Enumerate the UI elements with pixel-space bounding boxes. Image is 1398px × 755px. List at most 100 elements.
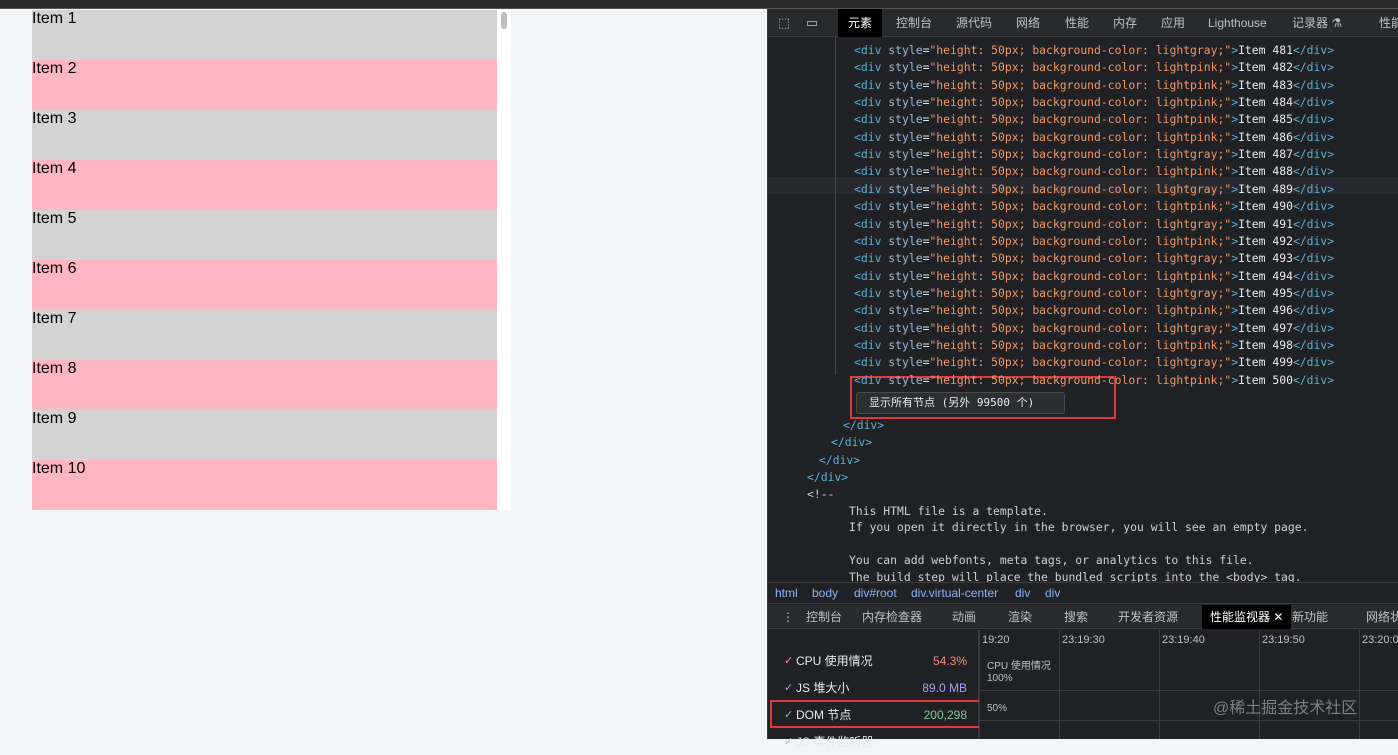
scrollbar-thumb[interactable]	[501, 12, 507, 29]
inspect-icon[interactable]: ⬚	[776, 15, 792, 31]
node-text: Item 490	[1238, 199, 1293, 214]
devtools-tab[interactable]: 源代码	[956, 9, 992, 37]
drawer-tab[interactable]: 内存检查器	[862, 605, 922, 629]
node-text: Item 482	[1238, 60, 1293, 75]
element-node-row[interactable]: <div style="height: 50px; background-col…	[854, 302, 1334, 319]
drawer-tab[interactable]: 渲染	[1008, 605, 1032, 629]
element-node-row[interactable]: <div style="height: 50px; background-col…	[854, 216, 1334, 233]
devtools-tab[interactable]: 元素	[838, 9, 883, 37]
element-node-row[interactable]: <div style="height: 50px; background-col…	[854, 372, 1334, 389]
element-node-row[interactable]: <div style="height: 50px; background-col…	[854, 59, 1334, 76]
list-item: Item 4	[32, 160, 497, 210]
drawer-tab[interactable]: 搜索	[1064, 605, 1088, 629]
breadcrumb: html body div#root div.virtual-center div div	[768, 582, 1398, 604]
element-node-row[interactable]: <div style="height: 50px; background-col…	[854, 337, 1334, 354]
element-node-row[interactable]: <div style="height: 50px; background-col…	[854, 320, 1334, 337]
tag-end: </div>	[1292, 337, 1335, 352]
attr-value: "height: 50px; background-color: lightpi…	[929, 129, 1232, 144]
tag-open: <div	[854, 77, 889, 92]
breadcrumb-item[interactable]: div	[1015, 583, 1030, 603]
closing-tag[interactable]: </div>	[819, 452, 860, 469]
devtools-tab[interactable]: 性能	[1379, 9, 1398, 37]
drawer-tab[interactable]: 网络状	[1366, 605, 1398, 629]
metric-label: JS 堆大小	[796, 681, 850, 695]
element-node-row[interactable]: <div style="height: 50px; background-col…	[854, 285, 1334, 302]
tag-open: <div	[854, 285, 889, 300]
drawer-tab[interactable]: 控制台	[806, 605, 842, 629]
devtools-tab[interactable]: 网络	[1016, 9, 1040, 37]
breadcrumb-item[interactable]: div#root	[854, 583, 897, 603]
drawer-tab[interactable]: 开发者资源	[1118, 605, 1178, 629]
comment-line: This HTML file is a template.	[849, 504, 1048, 518]
element-node-row[interactable]: <div style="height: 50px; background-col…	[854, 94, 1334, 111]
closing-tag[interactable]: </div>	[831, 434, 872, 451]
element-node-row[interactable]: <div style="height: 50px; background-col…	[854, 111, 1334, 128]
element-node-row[interactable]: <div style="height: 50px; background-col…	[854, 129, 1334, 146]
tag-open: <div	[854, 355, 889, 370]
breadcrumb-item[interactable]: div.virtual-center	[911, 583, 998, 603]
devtools-tab[interactable]: 应用	[1161, 9, 1185, 37]
drawer-tab[interactable]: 性能监视器 ✕	[1202, 605, 1292, 629]
attr-value: "height: 50px; background-color: lightpi…	[929, 268, 1232, 283]
attr-value: "height: 50px; background-color: lightpi…	[929, 60, 1232, 75]
closing-tag[interactable]: </div>	[843, 417, 884, 434]
attr-name: style	[888, 251, 923, 266]
elements-tree[interactable]: 显示所有节点 (另外 99500 个) <div style="height: …	[768, 37, 1398, 582]
time-tick	[1359, 630, 1360, 739]
devtools-splitter[interactable]	[752, 9, 767, 739]
attr-name: style	[888, 95, 923, 110]
drawer-tab[interactable]: 新功能	[1292, 605, 1328, 629]
list-item: Item 5	[32, 210, 497, 260]
element-node-row[interactable]: <div style="height: 50px; background-col…	[854, 163, 1334, 180]
comment-line: If you open it directly in the browser, …	[849, 520, 1309, 535]
chart-level-100: 100%	[987, 673, 1013, 684]
tag-open: <div	[854, 320, 889, 335]
metric-row[interactable]: ✓ JS 事件监听器	[768, 729, 979, 755]
breadcrumb-item[interactable]: body	[812, 583, 838, 603]
tag-end: </div>	[1292, 303, 1335, 318]
element-node-row[interactable]: <div style="height: 50px; background-col…	[854, 268, 1334, 285]
breadcrumb-item[interactable]: div	[1045, 583, 1060, 603]
element-node-row[interactable]: <div style="height: 50px; background-col…	[854, 198, 1334, 215]
metric-value: 54.3%	[932, 654, 967, 668]
list-scrollbar[interactable]	[497, 10, 511, 510]
attr-value: "height: 50px; background-color: lightgr…	[929, 181, 1232, 196]
virtual-list[interactable]: Item 10 Item 9 Item 8 Item 7 Item 6 Item 5 Ite…	[32, 10, 511, 510]
devtools-tab[interactable]: Lighthouse	[1208, 9, 1267, 37]
list-item: Item 9	[32, 410, 497, 460]
attr-name: style	[888, 164, 923, 179]
device-toggle-icon[interactable]: ▭	[804, 15, 820, 31]
element-node-row[interactable]: <div style="height: 50px; background-col…	[854, 354, 1334, 371]
element-node-row[interactable]: <div style="height: 50px; background-col…	[854, 181, 1334, 198]
attr-value: "height: 50px; background-color: lightpi…	[929, 303, 1232, 318]
breadcrumb-item[interactable]: html	[775, 583, 798, 603]
attr-value: "height: 50px; background-color: lightpi…	[929, 95, 1232, 110]
time-label: 23:19:40	[1162, 634, 1205, 646]
drawer-tab[interactable]: 动画	[952, 605, 976, 629]
devtools-tab[interactable]: 记录器 ⚗	[1292, 9, 1342, 37]
metric-row[interactable]: ✓ JS 堆大小 89.0 MB	[768, 675, 979, 701]
metric-row[interactable]: ✓ CPU 使用情况 54.3%	[768, 648, 979, 674]
comment-line: The build step will place the bundled sc…	[849, 569, 1302, 582]
tag-end: </div>	[1292, 77, 1335, 92]
drawer-menu-icon[interactable]: ⋮	[782, 605, 794, 629]
attr-value: "height: 50px; background-color: lightgr…	[929, 251, 1232, 266]
tag-open: <div	[854, 112, 889, 127]
node-text: Item 499	[1238, 355, 1293, 370]
devtools-tab[interactable]: 性能	[1065, 9, 1089, 37]
tag-open: <div	[854, 337, 889, 352]
element-node-row[interactable]: <div style="height: 50px; background-col…	[854, 250, 1334, 267]
metric-row[interactable]: ✓ DOM 节点 200,298	[768, 702, 979, 728]
time-tick	[1159, 630, 1160, 739]
element-node-row[interactable]: <div style="height: 50px; background-col…	[854, 233, 1334, 250]
element-node-row[interactable]: <div style="height: 50px; background-col…	[854, 146, 1334, 163]
closing-tag[interactable]: </div>	[807, 469, 848, 486]
element-node-row[interactable]: <div style="height: 50px; background-col…	[854, 77, 1334, 94]
devtools-tab[interactable]: 控制台	[896, 9, 932, 37]
element-node-row[interactable]: <div style="height: 50px; background-col…	[854, 42, 1334, 59]
page-viewport: Item 10 Item 9 Item 8 Item 7 Item 6 Item 5 Ite…	[0, 9, 767, 739]
devtools-tab[interactable]: 内存	[1113, 9, 1137, 37]
attr-value: "height: 50px; background-color: lightpi…	[929, 233, 1232, 248]
tag-end: </div>	[1292, 43, 1335, 57]
node-text: Item 481	[1238, 43, 1293, 57]
